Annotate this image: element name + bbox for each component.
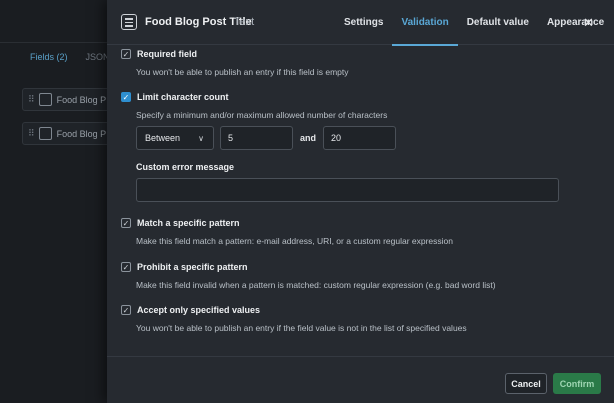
- checkbox-prohibit-pattern[interactable]: ✓: [121, 262, 131, 272]
- field-settings-modal: Food Blog Post Title Text Settings Valid…: [107, 0, 614, 403]
- option-required-field[interactable]: ✓ Required field: [121, 49, 197, 59]
- tab-validation[interactable]: Validation: [392, 0, 458, 46]
- and-label: and: [300, 133, 317, 143]
- option-limit-character-count[interactable]: ✓ Limit character count: [121, 92, 229, 102]
- modal-subtitle: Text: [234, 16, 255, 28]
- checkbox-required-field[interactable]: ✓: [121, 49, 131, 59]
- limit-mode-select[interactable]: Between ∨: [136, 126, 214, 150]
- tab-default-value[interactable]: Default value: [458, 0, 538, 45]
- tab-appearance[interactable]: Appearance: [538, 0, 613, 45]
- checkbox-accept-specified-values[interactable]: ✓: [121, 305, 131, 315]
- drag-handle-icon: ⠿: [28, 94, 35, 104]
- min-length-value: 5: [228, 133, 234, 143]
- background-tab-fields[interactable]: Fields (2): [30, 52, 68, 62]
- custom-error-label: Custom error message: [136, 162, 235, 172]
- option-prohibit-pattern[interactable]: ✓ Prohibit a specific pattern: [121, 262, 248, 272]
- option-label: Match a specific pattern: [137, 218, 240, 228]
- option-accept-specified-values[interactable]: ✓ Accept only specified values: [121, 305, 260, 315]
- checkbox-match-pattern[interactable]: ✓: [121, 218, 131, 228]
- cancel-button[interactable]: Cancel: [505, 373, 547, 394]
- text-field-icon: [38, 93, 52, 106]
- custom-error-input[interactable]: [136, 178, 559, 202]
- close-icon[interactable]: ✕: [583, 15, 594, 31]
- text-field-icon: [38, 127, 52, 140]
- max-length-value: 20: [331, 133, 342, 143]
- background-field-label: Food Blog P: [56, 94, 107, 105]
- option-label: Accept only specified values: [137, 305, 261, 315]
- text-field-icon: [121, 14, 137, 30]
- limit-mode-value: Between: [145, 133, 181, 143]
- option-description: Make this field match a pattern: e-mail …: [136, 236, 453, 246]
- background-tabs: Fields (2) JSON: [30, 52, 110, 62]
- modal-footer: Cancel Confirm: [107, 356, 614, 403]
- modal-header: Food Blog Post Title Text Settings Valid…: [107, 0, 614, 46]
- option-match-pattern[interactable]: ✓ Match a specific pattern: [121, 218, 240, 228]
- confirm-button[interactable]: Confirm: [553, 373, 601, 394]
- option-label: Required field: [137, 49, 198, 59]
- max-length-input[interactable]: 20: [323, 126, 396, 150]
- option-label: Prohibit a specific pattern: [137, 262, 248, 272]
- option-description: Make this field invalid when a pattern i…: [136, 280, 496, 290]
- modal-tabs: Settings Validation Default value Appear…: [335, 0, 613, 46]
- option-label: Limit character count: [137, 92, 229, 102]
- min-length-input[interactable]: 5: [220, 126, 293, 150]
- chevron-down-icon: ∨: [198, 134, 204, 143]
- tab-settings[interactable]: Settings: [335, 0, 392, 45]
- background-field-label: Food Blog P: [56, 128, 107, 139]
- option-description: You won't be able to publish an entry if…: [136, 323, 467, 333]
- option-description: Specify a minimum and/or maximum allowed…: [136, 110, 388, 120]
- option-description: You won't be able to publish an entry if…: [136, 67, 349, 77]
- drag-handle-icon: ⠿: [28, 128, 35, 138]
- background-tab-json[interactable]: JSON: [86, 52, 110, 62]
- checkbox-limit-character-count[interactable]: ✓: [121, 92, 131, 102]
